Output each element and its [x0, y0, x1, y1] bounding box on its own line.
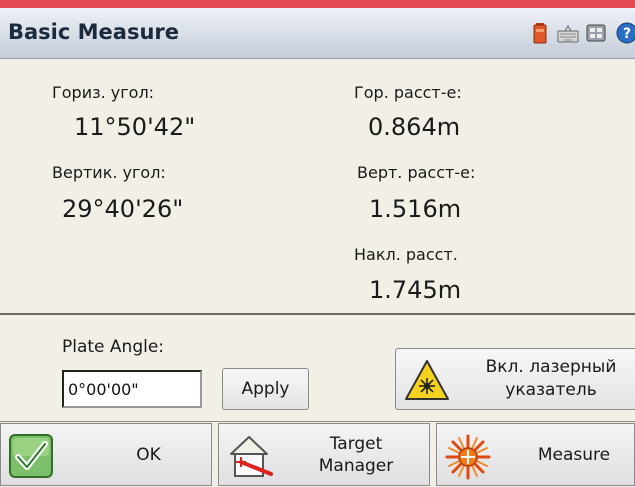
slope-distance-label: Накл. расст.: [354, 245, 458, 264]
hz-distance-value: 0.864m: [368, 113, 461, 141]
target-label-line1: Target: [329, 434, 383, 454]
hz-angle-label: Гориз. угол:: [52, 83, 155, 102]
target-label-line2: Manager: [318, 456, 394, 476]
ok-button[interactable]: OK: [0, 423, 212, 486]
top-accent-strip: [0, 0, 635, 8]
measure-button[interactable]: Measure: [436, 423, 635, 486]
laser-label-line1: Вкл. лазерный: [485, 357, 617, 377]
measure-label: Measure: [537, 445, 611, 465]
title-bar: Basic Measure ?: [0, 8, 635, 59]
v-angle-label: Вертик. угол:: [52, 163, 166, 182]
system-tray: ?: [529, 22, 635, 44]
apply-button[interactable]: Apply: [222, 368, 309, 410]
target-manager-button[interactable]: Target Manager: [218, 423, 430, 486]
svg-text:?: ?: [623, 26, 631, 42]
plate-angle-input[interactable]: [62, 370, 202, 408]
laser-button-text: Вкл. лазерный указатель: [466, 356, 635, 402]
help-icon[interactable]: ?: [613, 22, 635, 44]
plate-angle-section: Plate Angle: Apply Вкл. лазерный указате…: [0, 315, 635, 421]
hz-distance-label: Гор. расст-е:: [354, 83, 462, 102]
v-angle-value: 29°40'26": [62, 195, 184, 223]
ok-label: OK: [136, 445, 161, 465]
laser-burst-icon: [445, 434, 491, 480]
apply-button-label: Apply: [241, 379, 290, 399]
device-icon[interactable]: [585, 22, 607, 44]
keyboard-icon[interactable]: [557, 22, 579, 44]
v-distance-label: Верт. расст-е:: [357, 163, 476, 182]
v-distance-value: 1.516m: [369, 195, 462, 223]
target-manager-text: Target Manager: [311, 433, 401, 477]
hz-angle-value: 11°50'42": [74, 113, 196, 141]
checkmark-icon: [9, 434, 53, 478]
measurement-panel: Гориз. угол: 11°50'42" Вертик. угол: 29°…: [0, 59, 635, 313]
window-title: Basic Measure: [8, 20, 179, 44]
battery-icon[interactable]: [529, 22, 551, 44]
bottom-toolbar: OK Target Manager Measure: [0, 421, 635, 487]
laser-pointer-button[interactable]: Вкл. лазерный указатель: [395, 348, 635, 410]
laser-warning-icon: [404, 359, 450, 401]
slope-distance-value: 1.745m: [369, 276, 462, 304]
plate-angle-label: Plate Angle:: [62, 337, 165, 357]
house-target-icon: [227, 434, 273, 478]
laser-label-line2: указатель: [505, 380, 597, 400]
